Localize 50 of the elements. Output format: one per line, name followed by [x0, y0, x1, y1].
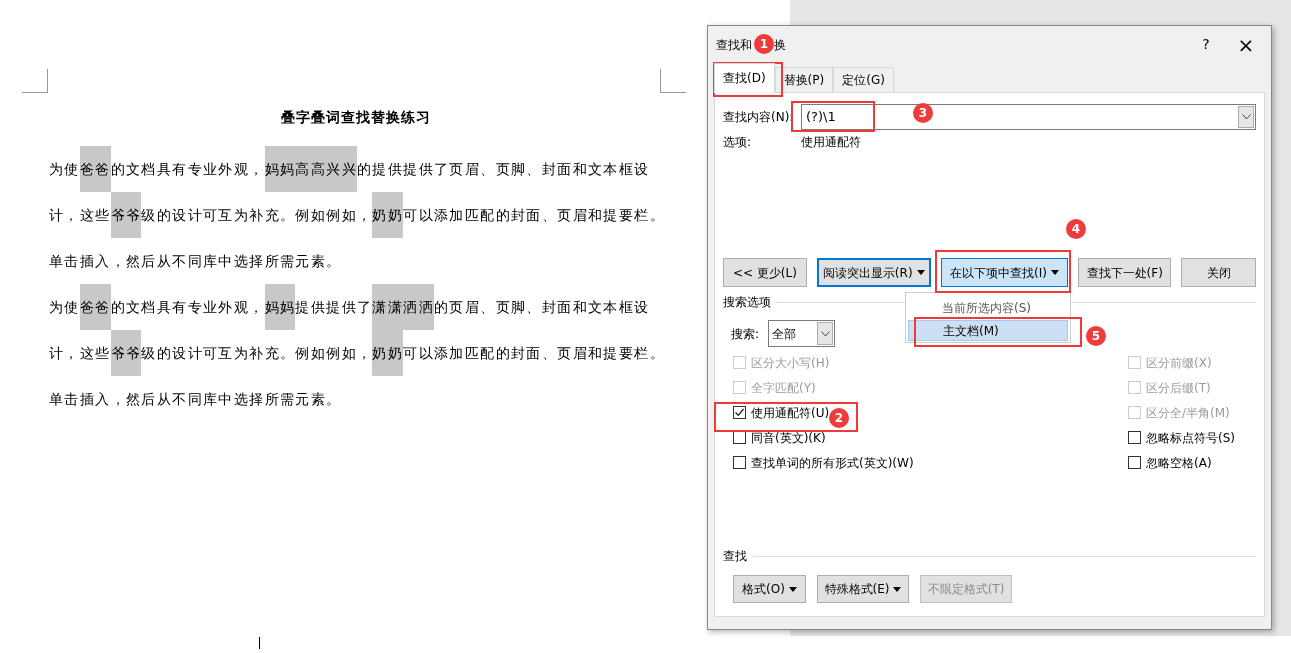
help-button[interactable]: ? [1191, 34, 1221, 55]
section-heading: 查找 [723, 548, 747, 565]
search-label: 搜索: [731, 325, 761, 343]
checkbox-label: 区分前缀(X) [1146, 354, 1212, 372]
dialog-title: 查找和 [716, 36, 752, 54]
search-scope-select[interactable]: 全部 [768, 320, 835, 347]
page-corner-mark [22, 69, 48, 93]
format-button[interactable]: 特殊格式(E) [817, 575, 909, 603]
checkbox-label: 区分后缀(T) [1146, 379, 1211, 397]
paragraph-line: 为使爸爸 的文档具有专业外观，妈妈提供提供了潇潇洒洒 的页眉、页脚、封面和文本框设 [49, 284, 650, 330]
checkbox-label: 忽略标点符号(S) [1146, 429, 1235, 447]
checkbox[interactable] [733, 406, 746, 419]
dialog-button[interactable]: 关闭 [1181, 258, 1256, 287]
field-label: 查找内容(N): [723, 109, 795, 126]
dialog-button[interactable]: 阅读突出显示(R) [816, 258, 931, 287]
checkbox-label: 忽略空格(A) [1146, 454, 1212, 472]
chevron-down-icon [1241, 114, 1251, 120]
paragraph-line: 为使爸爸 的文档具有专业外观，妈妈高高兴兴的提供提供了页眉、页脚、封面和文本框设 [49, 146, 650, 192]
menu-item[interactable]: 主文档(M) [908, 320, 1068, 341]
checkbox-label: 区分大小写(H) [751, 354, 830, 372]
checkbox-label: 查找单词的所有形式(英文)(W) [751, 454, 914, 472]
checkbox-label: 同音(英文)(K) [751, 429, 826, 447]
tab[interactable]: 查找(D) [714, 63, 775, 93]
dialog-button[interactable]: 在以下项中查找(I) [940, 258, 1069, 287]
paragraph-line: 计，这些 爷爷级的设计可互为补充。例如例如，奶奶可以添加匹配的封面、页眉和提要栏。 [49, 330, 666, 376]
checkbox-label: 全字匹配(Y) [751, 379, 816, 397]
dialog-button[interactable]: 查找下一处(F) [1078, 258, 1172, 287]
close-button[interactable]: × [1231, 34, 1261, 55]
paragraph-line: 单击插入，然后从不同库中选择所需元素。 [49, 251, 342, 271]
text-cursor [259, 637, 260, 649]
dialog-button[interactable]: << 更少(L) [723, 258, 807, 287]
checkbox-label: 区分全/半角(M) [1146, 404, 1230, 422]
checkbox[interactable] [1128, 431, 1141, 444]
page-corner-mark [660, 69, 686, 93]
menu-item[interactable]: 当前所选内容(S) [908, 297, 1068, 318]
checkbox-label: 使用通配符(U) [751, 404, 830, 422]
checkbox[interactable] [733, 456, 746, 469]
dialog-title: 换 [774, 36, 786, 54]
paragraph-line: 单击插入，然后从不同库中选择所需元素。 [49, 389, 342, 409]
options-value: 使用通配符 [801, 134, 861, 151]
tab[interactable]: 替换(P) [774, 67, 834, 93]
chevron-down-icon [820, 330, 830, 337]
highlight-frame [713, 62, 783, 97]
document-title: 叠字叠词查找替换练习 [279, 108, 432, 127]
paragraph-line: 计，这些 爷爷级的设计可互为补充。例如例如，奶奶可以添加匹配的封面、页眉和提要栏。 [49, 192, 666, 238]
section-heading: 搜索选项 [723, 294, 771, 311]
options-label: 选项: [723, 134, 753, 151]
format-button[interactable]: 格式(O) [733, 575, 806, 603]
checkbox[interactable] [1128, 456, 1141, 469]
tab[interactable]: 定位(G) [833, 67, 894, 93]
